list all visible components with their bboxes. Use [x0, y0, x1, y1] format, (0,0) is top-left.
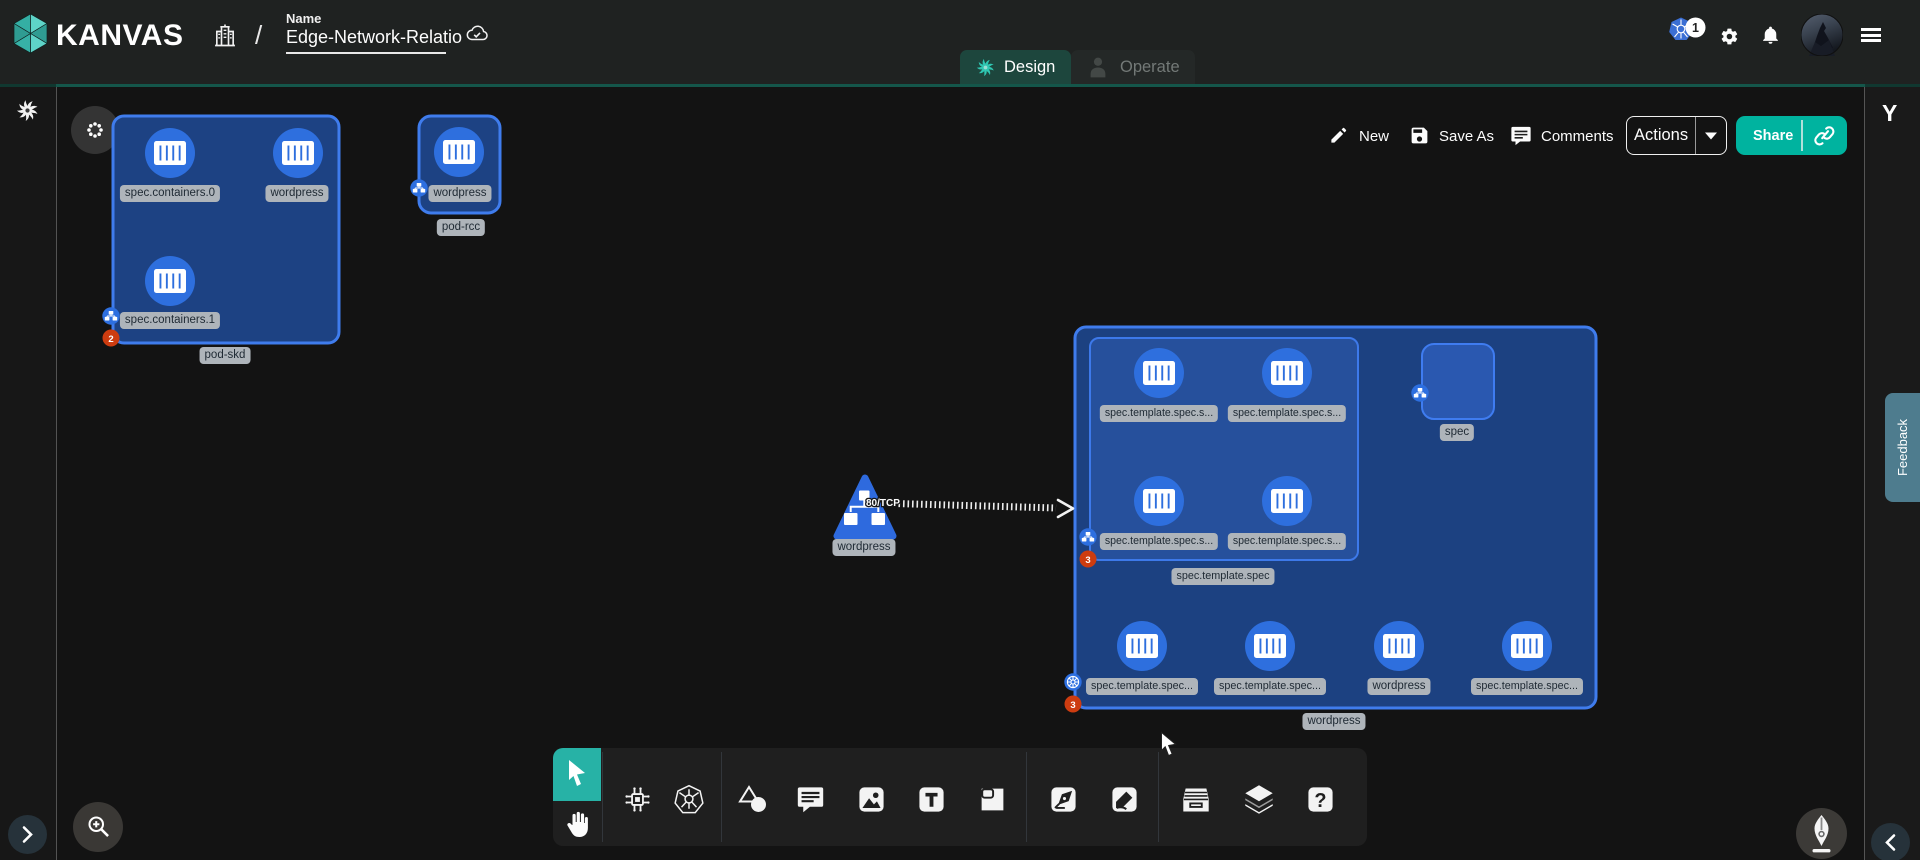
- svg-text:80/TCP: 80/TCP: [866, 498, 900, 509]
- svg-text:3: 3: [1070, 700, 1075, 711]
- svg-text:?: ?: [1314, 790, 1326, 812]
- svg-text:3: 3: [1085, 555, 1090, 566]
- svg-text:2: 2: [108, 334, 113, 345]
